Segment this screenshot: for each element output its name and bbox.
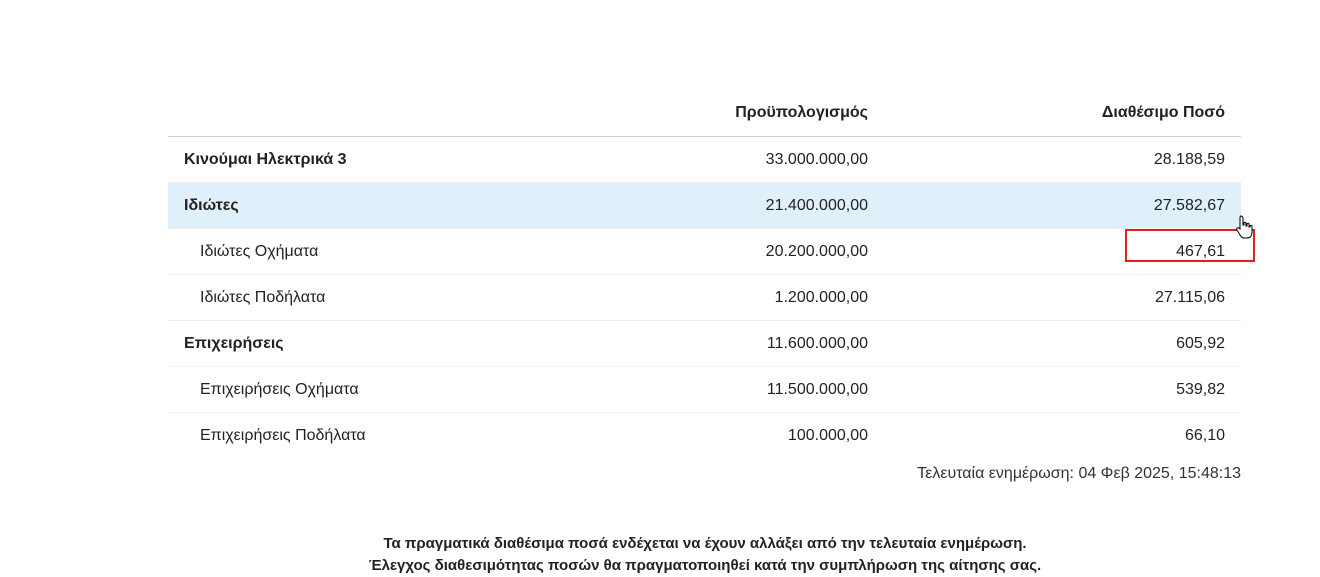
table-row-businesses: Επιχειρήσεις 11.600.000,00 605,92 <box>168 320 1241 367</box>
row-budget: 33.000.000,00 <box>508 136 868 183</box>
last-updated-text: Τελευταία ενημέρωση: 04 Φεβ 2025, 15:48:… <box>917 464 1241 482</box>
row-name: Επιχειρήσεις Ποδήλατα <box>200 426 366 444</box>
row-available: 27.582,67 <box>868 182 1241 229</box>
budget-table-container: Προϋπολογισμός Διαθέσιμο Ποσό Κινούμαι Η… <box>168 90 1255 483</box>
row-available-highlighted: 467,61 <box>868 228 1255 275</box>
disclaimer-line-2: Έλεγχος διαθεσιμότητας ποσών θα πραγματο… <box>368 557 1042 574</box>
table-row-individuals[interactable]: Ιδιώτες 21.400.000,00 27.582,67 <box>168 182 1241 229</box>
hand-pointer-icon <box>1235 215 1253 239</box>
table-row-businesses-bicycles: Επιχειρήσεις Ποδήλατα 100.000,00 66,10 <box>168 413 1241 459</box>
row-budget: 20.200.000,00 <box>508 228 868 275</box>
row-budget: 100.000,00 <box>787 426 868 444</box>
row-name: Επιχειρήσεις <box>168 320 508 367</box>
disclaimer-line-1: Τα πραγματικά διαθέσιμα ποσά ενδέχεται ν… <box>383 535 1027 552</box>
available-value: 467,61 <box>1176 242 1225 260</box>
row-name: Επιχειρήσεις Οχήματα <box>168 366 508 413</box>
row-available: 66,10 <box>1184 426 1225 444</box>
row-name: Ιδιώτες <box>168 182 508 229</box>
header-available: Διαθέσιμο Ποσό <box>868 90 1241 137</box>
table-row-individuals-bicycles: Ιδιώτες Ποδήλατα 1.200.000,00 27.115,06 <box>168 274 1241 321</box>
table-header-row: Προϋπολογισμός Διαθέσιμο Ποσό <box>168 90 1241 137</box>
table-row-program: Κινούμαι Ηλεκτρικά 3 33.000.000,00 28.18… <box>168 136 1241 183</box>
header-budget: Προϋπολογισμός <box>508 90 868 137</box>
row-budget: 21.400.000,00 <box>508 182 868 229</box>
row-name: Ιδιώτες Ποδήλατα <box>168 274 508 321</box>
disclaimer: Τα πραγματικά διαθέσιμα ποσά ενδέχεται ν… <box>0 533 1320 577</box>
row-available: 605,92 <box>868 320 1241 367</box>
row-budget: 11.500.000,00 <box>508 366 868 413</box>
row-budget: 1.200.000,00 <box>508 274 868 321</box>
row-available: 28.188,59 <box>868 136 1241 183</box>
table-row-individuals-vehicles: Ιδιώτες Οχήματα 20.200.000,00 467,61 <box>168 228 1255 275</box>
table-row-businesses-vehicles: Επιχειρήσεις Οχήματα 11.500.000,00 539,8… <box>168 366 1241 413</box>
row-budget: 11.600.000,00 <box>508 320 868 367</box>
row-available: 27.115,06 <box>868 274 1241 321</box>
row-name: Κινούμαι Ηλεκτρικά 3 <box>168 136 508 183</box>
row-name: Ιδιώτες Οχήματα <box>168 228 508 275</box>
available-value-wrapper: 467,61 <box>1125 228 1255 262</box>
row-available: 539,82 <box>868 366 1241 413</box>
budget-table: Προϋπολογισμός Διαθέσιμο Ποσό Κινούμαι Η… <box>168 90 1255 459</box>
header-name <box>168 90 508 137</box>
